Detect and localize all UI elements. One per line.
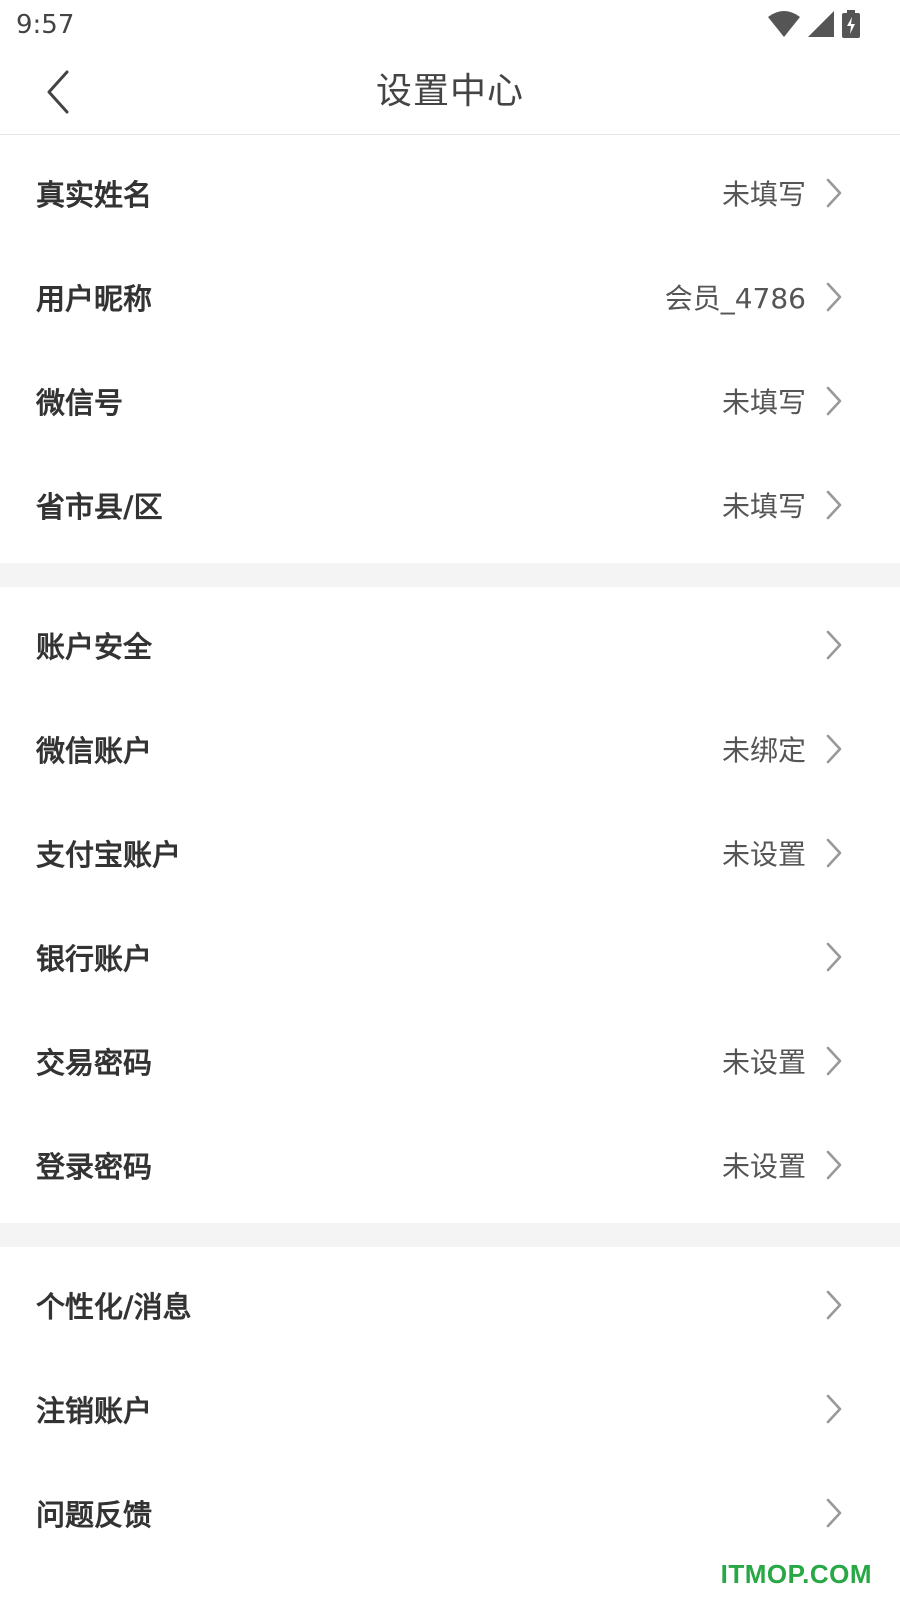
row-label: 注销账户 [36, 1394, 153, 1428]
page-title: 设置中心 [375, 71, 524, 112]
settings-row-delete-account[interactable]: 注销账户 [0, 1357, 900, 1461]
row-label: 用户昵称 [36, 282, 153, 316]
row-value: 未填写 [721, 386, 806, 419]
row-label: 支付宝账户 [36, 838, 182, 872]
row-value: 未填写 [721, 178, 806, 211]
settings-row-real-name[interactable]: 真实姓名 未填写 [0, 141, 900, 245]
watermark: ITMOP.COM [720, 1559, 872, 1589]
row-label: 微信账户 [36, 734, 153, 768]
settings-row-feedback[interactable]: 问题反馈 [0, 1461, 900, 1565]
row-label: 登录密码 [36, 1150, 153, 1184]
settings-row-login-password[interactable]: 登录密码 未设置 [0, 1113, 900, 1217]
row-value: 未绑定 [721, 734, 806, 767]
row-value: 未设置 [721, 1046, 806, 1079]
status-icons [768, 8, 860, 40]
row-value: 会员_4786 [664, 282, 806, 315]
row-label: 省市县/区 [36, 490, 163, 524]
row-value: 未填写 [721, 490, 806, 523]
chevron-right-icon [826, 1150, 842, 1180]
chevron-right-icon [826, 838, 842, 868]
row-label: 账户安全 [36, 630, 153, 664]
settings-group-accounts: 账户安全 微信账户 未绑定 支付宝账户 未设置 银行账户 交易密码 未设置 登录… [0, 587, 900, 1223]
chevron-right-icon [826, 490, 842, 520]
row-label: 银行账户 [36, 942, 153, 976]
chevron-right-icon [826, 178, 842, 208]
row-label: 真实姓名 [36, 178, 153, 212]
chevron-right-icon [826, 630, 842, 660]
wifi-icon [768, 11, 800, 37]
settings-list: 真实姓名 未填写 用户昵称 会员_4786 微信号 未填写 省市县/区 未填写 … [0, 135, 900, 1571]
chevron-right-icon [826, 1498, 842, 1528]
row-label: 交易密码 [36, 1046, 153, 1080]
settings-row-account-security[interactable]: 账户安全 [0, 593, 900, 697]
row-value: 未设置 [721, 838, 806, 871]
nav-bar: 设置中心 [0, 50, 900, 135]
status-time: 9:57 [16, 10, 75, 40]
chevron-right-icon [826, 282, 842, 312]
settings-group-profile: 真实姓名 未填写 用户昵称 会员_4786 微信号 未填写 省市县/区 未填写 [0, 135, 900, 563]
section-divider [0, 1223, 900, 1247]
chevron-right-icon [826, 1394, 842, 1424]
settings-row-alipay-account[interactable]: 支付宝账户 未设置 [0, 801, 900, 905]
battery-charging-icon [842, 10, 860, 38]
row-label: 微信号 [36, 386, 124, 420]
settings-row-region[interactable]: 省市县/区 未填写 [0, 453, 900, 557]
settings-group-other: 个性化/消息 注销账户 问题反馈 [0, 1247, 900, 1571]
row-label: 问题反馈 [36, 1498, 153, 1532]
section-divider [0, 563, 900, 587]
chevron-right-icon [826, 734, 842, 764]
settings-row-wechat-account[interactable]: 微信账户 未绑定 [0, 697, 900, 801]
signal-icon [808, 11, 834, 37]
row-label: 个性化/消息 [36, 1290, 192, 1324]
row-value: 未设置 [721, 1150, 806, 1183]
chevron-right-icon [826, 386, 842, 416]
settings-row-nickname[interactable]: 用户昵称 会员_4786 [0, 245, 900, 349]
settings-row-personalization[interactable]: 个性化/消息 [0, 1253, 900, 1357]
chevron-right-icon [826, 1046, 842, 1076]
settings-row-bank-account[interactable]: 银行账户 [0, 905, 900, 1009]
status-bar: 9:57 [0, 0, 900, 50]
settings-row-wechat-id[interactable]: 微信号 未填写 [0, 349, 900, 453]
settings-row-trade-password[interactable]: 交易密码 未设置 [0, 1009, 900, 1113]
chevron-right-icon [826, 1290, 842, 1320]
chevron-right-icon [826, 942, 842, 972]
